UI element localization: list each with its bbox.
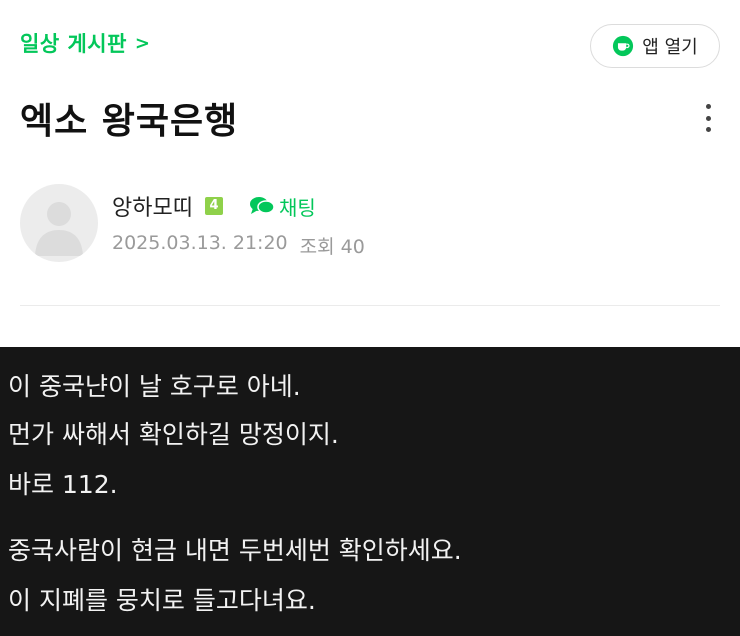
board-link[interactable]: 일상 게시판 > bbox=[20, 28, 151, 58]
avatar[interactable] bbox=[20, 184, 98, 262]
view-count: 조회 40 bbox=[299, 236, 365, 258]
more-dot bbox=[705, 127, 711, 132]
more-vertical-icon[interactable] bbox=[700, 100, 716, 136]
post-page: 일상 게시판 > 앱 열기 엑소 왕국은행 앙하모띠 4 채팅 2025.03.… bbox=[0, 0, 740, 636]
board-link-label: 일상 게시판 bbox=[20, 32, 127, 56]
more-dot bbox=[705, 104, 711, 109]
post-title: 엑소 왕국은행 bbox=[20, 101, 239, 142]
open-app-button[interactable]: 앱 열기 bbox=[590, 24, 720, 68]
post-meta: 2025.03.13. 21:20 조회 40 bbox=[112, 232, 365, 259]
coffee-cup-icon bbox=[613, 35, 634, 57]
divider bbox=[20, 305, 720, 306]
chevron-right-icon: > bbox=[134, 33, 151, 54]
chat-bubble-icon bbox=[249, 197, 275, 214]
open-app-label: 앱 열기 bbox=[642, 37, 698, 58]
level-badge: 4 bbox=[204, 197, 223, 215]
avatar-placeholder-icon bbox=[35, 202, 83, 256]
more-dot bbox=[705, 115, 711, 121]
body-line: 바로 112. bbox=[8, 470, 118, 499]
body-line: 중국사람이 현금 내면 두번세번 확인하세요. bbox=[8, 536, 462, 565]
body-line: 이 지폐를 뭉치로 들고다녀요. bbox=[8, 586, 316, 615]
chat-label: 채팅 bbox=[278, 195, 316, 220]
author-row: 앙하모띠 4 채팅 bbox=[112, 190, 316, 222]
post-body-image: 이 중국냔이 날 호구로 아네. 먼가 싸해서 확인하길 망정이지. 바로 11… bbox=[0, 347, 740, 636]
body-line: 먼가 싸해서 확인하길 망정이지. bbox=[8, 420, 339, 449]
chat-button[interactable]: 채팅 bbox=[249, 192, 316, 221]
body-line: 이 중국냔이 날 호구로 아네. bbox=[8, 372, 301, 401]
post-date: 2025.03.13. 21:20 bbox=[112, 232, 288, 254]
author-name[interactable]: 앙하모띠 bbox=[112, 190, 193, 222]
